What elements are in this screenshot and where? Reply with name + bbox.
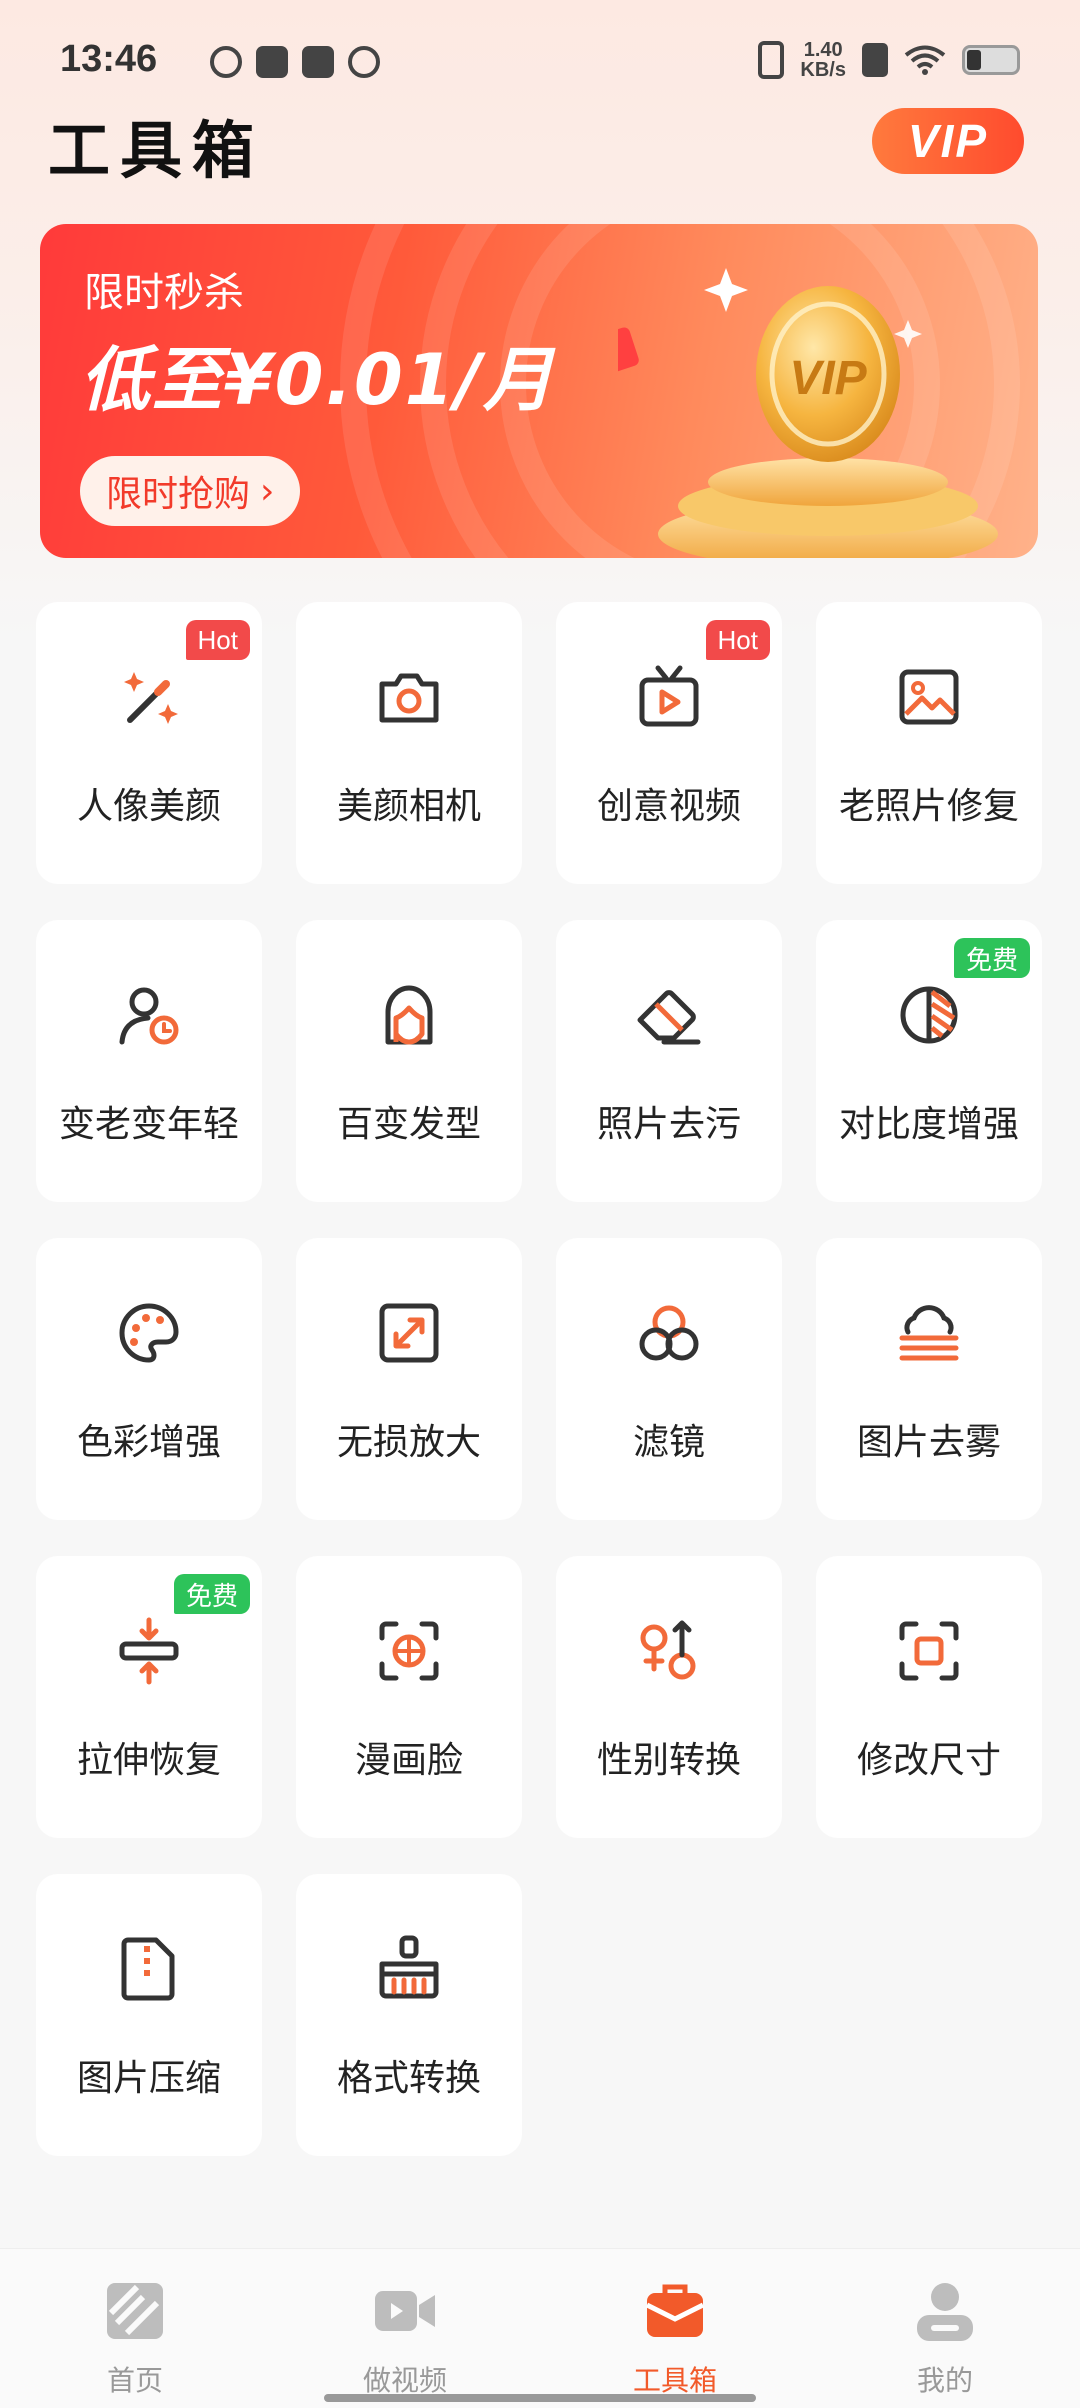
tool-label: 图片压缩 (76, 2058, 221, 2099)
tool-old-photo-restore[interactable]: 老照片修复 (816, 602, 1042, 884)
home-indicator[interactable] (324, 2394, 756, 2402)
nav-label: 工具箱 (632, 2364, 717, 2397)
tool-color-enhance[interactable]: 色彩增强 (36, 1238, 262, 1520)
tool-label: 百变发型 (336, 1104, 481, 1145)
free-badge: 免费 (953, 938, 1030, 978)
toolbox-icon (645, 2284, 705, 2337)
tool-label: 拉伸恢复 (76, 1740, 221, 1781)
status-bar: 13:46 1.40 KB/s (0, 0, 1080, 110)
nav-tab-home[interactable]: 首页 (0, 2249, 270, 2408)
tool-comic-face[interactable]: 漫画脸 (296, 1556, 522, 1838)
profile-icon (917, 2283, 973, 2341)
magic-wand-icon (124, 672, 178, 724)
tool-label: 色彩增强 (76, 1422, 221, 1463)
tool-label: 图片去雾 (856, 1422, 1001, 1463)
person-clock-icon (119, 987, 179, 1045)
battery-icon (962, 45, 1020, 75)
vibrate-icon (758, 41, 785, 79)
brush-icon (379, 1935, 439, 1999)
banner-cta-button[interactable]: 限时抢购 › (80, 456, 301, 526)
bottom-nav: 首页 做视频 工具箱 我的 (0, 2248, 1080, 2408)
tv-play-icon (639, 665, 699, 727)
tool-label: 修改尺寸 (856, 1740, 1001, 1781)
tool-gender-swap[interactable]: 性别转换 (556, 1556, 782, 1838)
hot-badge: Hot (185, 620, 250, 660)
system-status-icons: 1.40 KB/s (758, 40, 1020, 80)
chevron-right-icon: › (260, 470, 275, 512)
tool-label: 性别转换 (596, 1740, 741, 1781)
gender-icon (640, 1620, 696, 1680)
compress-vertical-icon (119, 1617, 179, 1685)
nav-tab-toolbox[interactable]: 工具箱 (540, 2249, 810, 2408)
network-speed-unit: KB/s (800, 59, 846, 81)
tool-age-change[interactable]: 变老变年轻 (36, 920, 262, 1202)
contrast-icon (900, 986, 958, 1044)
hot-badge: Hot (705, 620, 770, 660)
image-icon (899, 669, 959, 725)
tool-resize[interactable]: 修改尺寸 (816, 1556, 1042, 1838)
tool-label: 创意视频 (596, 786, 741, 827)
tool-label: 漫画脸 (354, 1740, 463, 1781)
tool-image-compress[interactable]: 图片压缩 (36, 1874, 262, 2156)
home-icon (107, 2283, 163, 2339)
wifi-icon (904, 45, 946, 75)
network-speed-value: 1.40 (803, 39, 843, 61)
tool-label: 格式转换 (336, 2058, 481, 2099)
defog-icon (899, 1305, 959, 1361)
status-time: 13:46 (60, 38, 158, 80)
tool-portrait-beauty[interactable]: Hot 人像美颜 (36, 602, 262, 884)
tool-contrast-enhance[interactable]: 免费 对比度增强 (816, 920, 1042, 1202)
camera-icon (379, 673, 439, 723)
vip-button[interactable]: VIP (872, 108, 1024, 174)
tool-grid: Hot 人像美颜 美颜相机 Hot 创意视频 老照片修复 变老变年轻 百变发型 … (36, 602, 1044, 2156)
tool-label: 美颜相机 (336, 786, 481, 827)
hairstyle-icon (385, 985, 433, 1045)
tool-format-convert[interactable]: 格式转换 (296, 1874, 522, 2156)
tool-label: 老照片修复 (838, 786, 1019, 827)
filter-circles-icon (639, 1305, 699, 1361)
eraser-icon (637, 990, 701, 1045)
nav-label: 做视频 (362, 2364, 447, 2397)
tool-stretch-restore[interactable]: 免费 拉伸恢复 (36, 1556, 262, 1838)
palette-icon (119, 1303, 179, 1363)
tool-hairstyle[interactable]: 百变发型 (296, 920, 522, 1202)
tool-label: 对比度增强 (838, 1104, 1019, 1145)
page-title: 工具箱 (48, 114, 265, 187)
tool-creative-video[interactable]: Hot 创意视频 (556, 602, 782, 884)
tool-label: 人像美颜 (76, 786, 221, 827)
banner-cta-label: 限时抢购 (106, 474, 251, 515)
tool-label: 变老变年轻 (58, 1104, 239, 1145)
banner-kicker: 限时秒杀 (84, 270, 244, 316)
tool-lossless-upscale[interactable]: 无损放大 (296, 1238, 522, 1520)
banner-headline: 低至¥0.01/月 (80, 339, 555, 421)
inbox-notification-icon (302, 46, 334, 78)
free-badge: 免费 (173, 1574, 250, 1614)
expand-icon (379, 1303, 439, 1363)
tool-defog[interactable]: 图片去雾 (816, 1238, 1042, 1520)
cat-notification-icon (348, 46, 380, 78)
video-camera-icon (375, 2291, 435, 2331)
resize-icon (899, 1621, 959, 1681)
nav-label: 我的 (916, 2364, 973, 2397)
tool-label: 照片去污 (596, 1104, 741, 1145)
notification-icons (210, 46, 380, 78)
tool-photo-clean[interactable]: 照片去污 (556, 920, 782, 1202)
app-notification-icon (210, 46, 242, 78)
tool-filter[interactable]: 滤镜 (556, 1238, 782, 1520)
message-notification-icon (256, 46, 288, 78)
network-speed: 1.40 KB/s (800, 40, 846, 80)
promo-banner[interactable]: 限时秒杀 低至¥0.01/月 限时抢购 › VIP (40, 224, 1038, 558)
vip-coin-illustration: VIP (618, 268, 998, 558)
face-scan-icon (379, 1621, 439, 1681)
tool-label: 无损放大 (336, 1422, 481, 1463)
coin-vip-label: VIP (789, 352, 867, 405)
sim-icon (862, 43, 888, 77)
tool-beauty-camera[interactable]: 美颜相机 (296, 602, 522, 884)
zip-file-icon (121, 1937, 175, 2001)
nav-tab-profile[interactable]: 我的 (810, 2249, 1080, 2408)
nav-tab-make-video[interactable]: 做视频 (270, 2249, 540, 2408)
nav-label: 首页 (106, 2364, 163, 2397)
tool-label: 滤镜 (632, 1422, 705, 1463)
